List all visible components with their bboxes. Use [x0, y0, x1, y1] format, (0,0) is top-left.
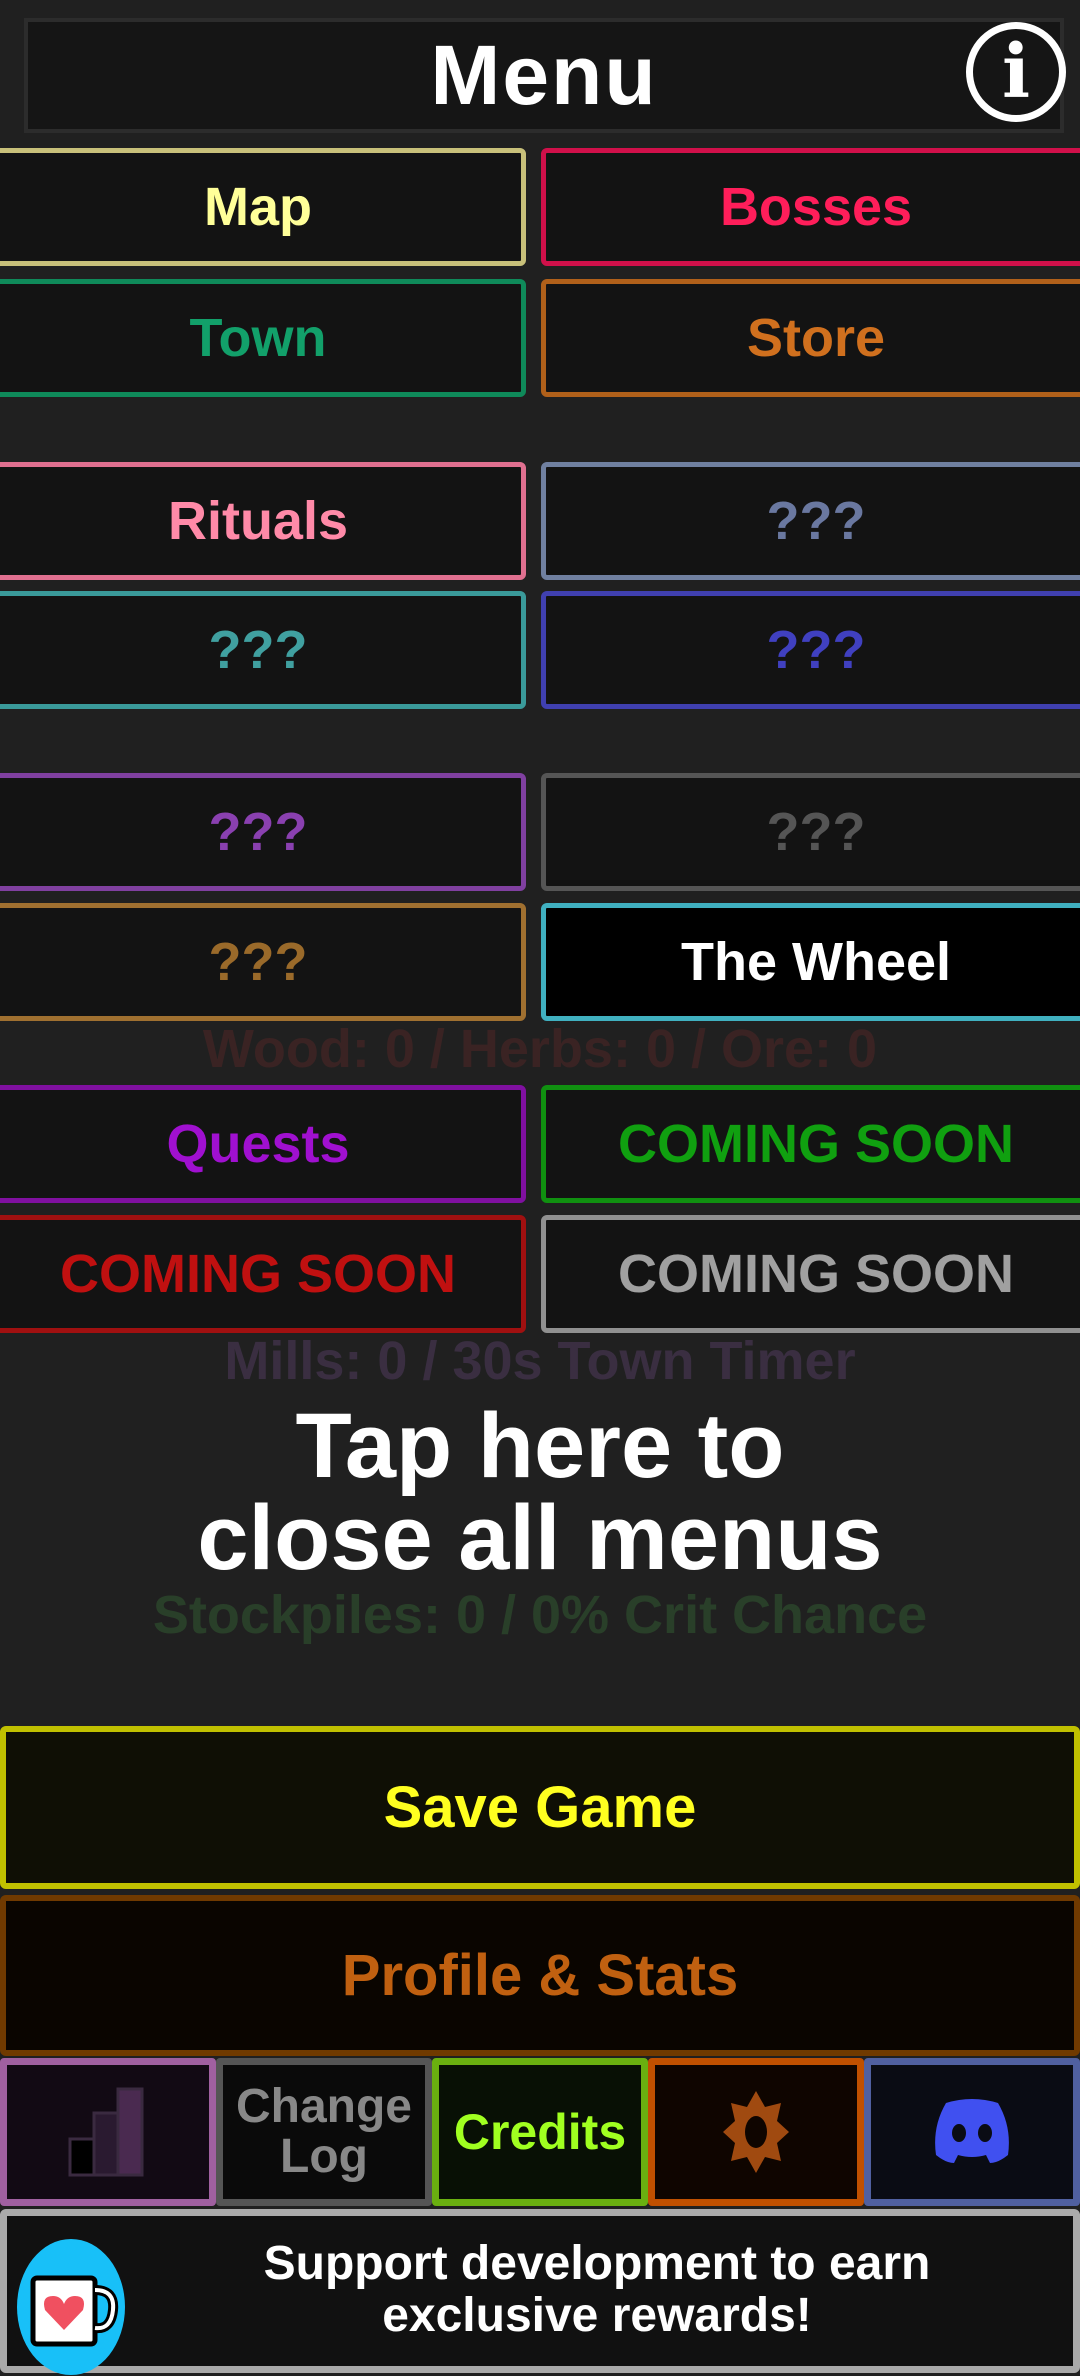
close-line-2: close all menus — [197, 1487, 883, 1589]
menu-button-bosses[interactable]: Bosses — [541, 148, 1080, 266]
changelog-line-2: Log — [280, 2130, 368, 2183]
support-line-2: exclusive rewards! — [382, 2289, 812, 2342]
close-menus-button[interactable]: Tap here to close all menus — [0, 1400, 1080, 1584]
menu-button-label: Store — [746, 308, 886, 368]
menu-button-locked[interactable]: ??? — [0, 903, 526, 1021]
menu-button-label: COMING SOON — [617, 1244, 1014, 1304]
menu-button-label: COMING SOON — [617, 1114, 1014, 1174]
bg-mills: Mills: 0 / 30s Town Timer — [224, 1331, 856, 1391]
info-icon[interactable]: i — [966, 22, 1066, 122]
menu-button-label: COMING SOON — [59, 1244, 456, 1304]
credits-label: Credits — [453, 2104, 627, 2160]
menu-button-locked[interactable]: ??? — [541, 773, 1080, 891]
bg-stockpiles: Stockpiles: 0 / 0% Crit Chance — [152, 1585, 928, 1645]
bg-resources: Wood: 0 / Herbs: 0 / Ore: 0 — [202, 1019, 878, 1079]
profile-label: Profile & Stats — [341, 1943, 739, 2008]
menu-button-label: Town — [189, 308, 327, 368]
menu-button-the-wheel[interactable]: The Wheel — [541, 903, 1080, 1021]
discord-button[interactable] — [864, 2058, 1080, 2206]
changelog-button[interactable]: Change Log — [216, 2058, 432, 2206]
menu-button-label: ??? — [766, 620, 866, 680]
credits-button[interactable]: Credits — [432, 2058, 648, 2206]
menu-button-label: ??? — [766, 491, 866, 551]
changelog-line-1: Change — [235, 2080, 412, 2133]
menu-button-coming-soon[interactable]: COMING SOON — [541, 1085, 1080, 1203]
menu-button-label: ??? — [208, 802, 308, 862]
menu-button-locked[interactable]: ??? — [0, 591, 526, 709]
support-text: Support development to earn exclusive re… — [137, 2238, 1057, 2342]
menu-button-quests[interactable]: Quests — [0, 1085, 526, 1203]
menu-button-coming-soon[interactable]: COMING SOON — [541, 1215, 1080, 1333]
save-game-button[interactable]: Save Game — [0, 1726, 1080, 1889]
settings-button[interactable] — [648, 2058, 864, 2206]
support-line-1: Support development to earn — [263, 2237, 931, 2290]
menu-button-label: Bosses — [719, 177, 913, 237]
menu-button-town[interactable]: Town — [0, 279, 526, 397]
menu-button-locked[interactable]: ??? — [541, 462, 1080, 580]
support-banner[interactable]: Support development to earn exclusive re… — [0, 2209, 1080, 2375]
coffee-heart-icon — [17, 2239, 125, 2375]
menu-button-locked[interactable]: ??? — [541, 591, 1080, 709]
menu-button-store[interactable]: Store — [541, 279, 1080, 397]
leaderboard-icon — [68, 2087, 144, 2177]
close-line-1: Tap here to — [295, 1395, 785, 1497]
menu-button-map[interactable]: Map — [0, 148, 526, 266]
menu-button-label: The Wheel — [680, 932, 952, 992]
gear-icon — [723, 2091, 789, 2173]
menu-button-label: ??? — [208, 932, 308, 992]
menu-header: Menu — [24, 18, 1064, 133]
page-title: Menu — [430, 28, 658, 122]
discord-icon — [935, 2099, 1009, 2163]
menu-button-label: Quests — [166, 1114, 350, 1174]
profile-stats-button[interactable]: Profile & Stats — [0, 1895, 1080, 2056]
menu-button-label: Rituals — [167, 491, 349, 551]
save-label: Save Game — [383, 1775, 697, 1840]
menu-button-label: Map — [204, 177, 312, 237]
menu-button-locked[interactable]: ??? — [0, 773, 526, 891]
leaderboard-button[interactable] — [0, 2058, 216, 2206]
menu-button-label: ??? — [766, 802, 866, 862]
menu-button-coming-soon[interactable]: COMING SOON — [0, 1215, 526, 1333]
menu-button-rituals[interactable]: Rituals — [0, 462, 526, 580]
menu-button-label: ??? — [208, 620, 308, 680]
